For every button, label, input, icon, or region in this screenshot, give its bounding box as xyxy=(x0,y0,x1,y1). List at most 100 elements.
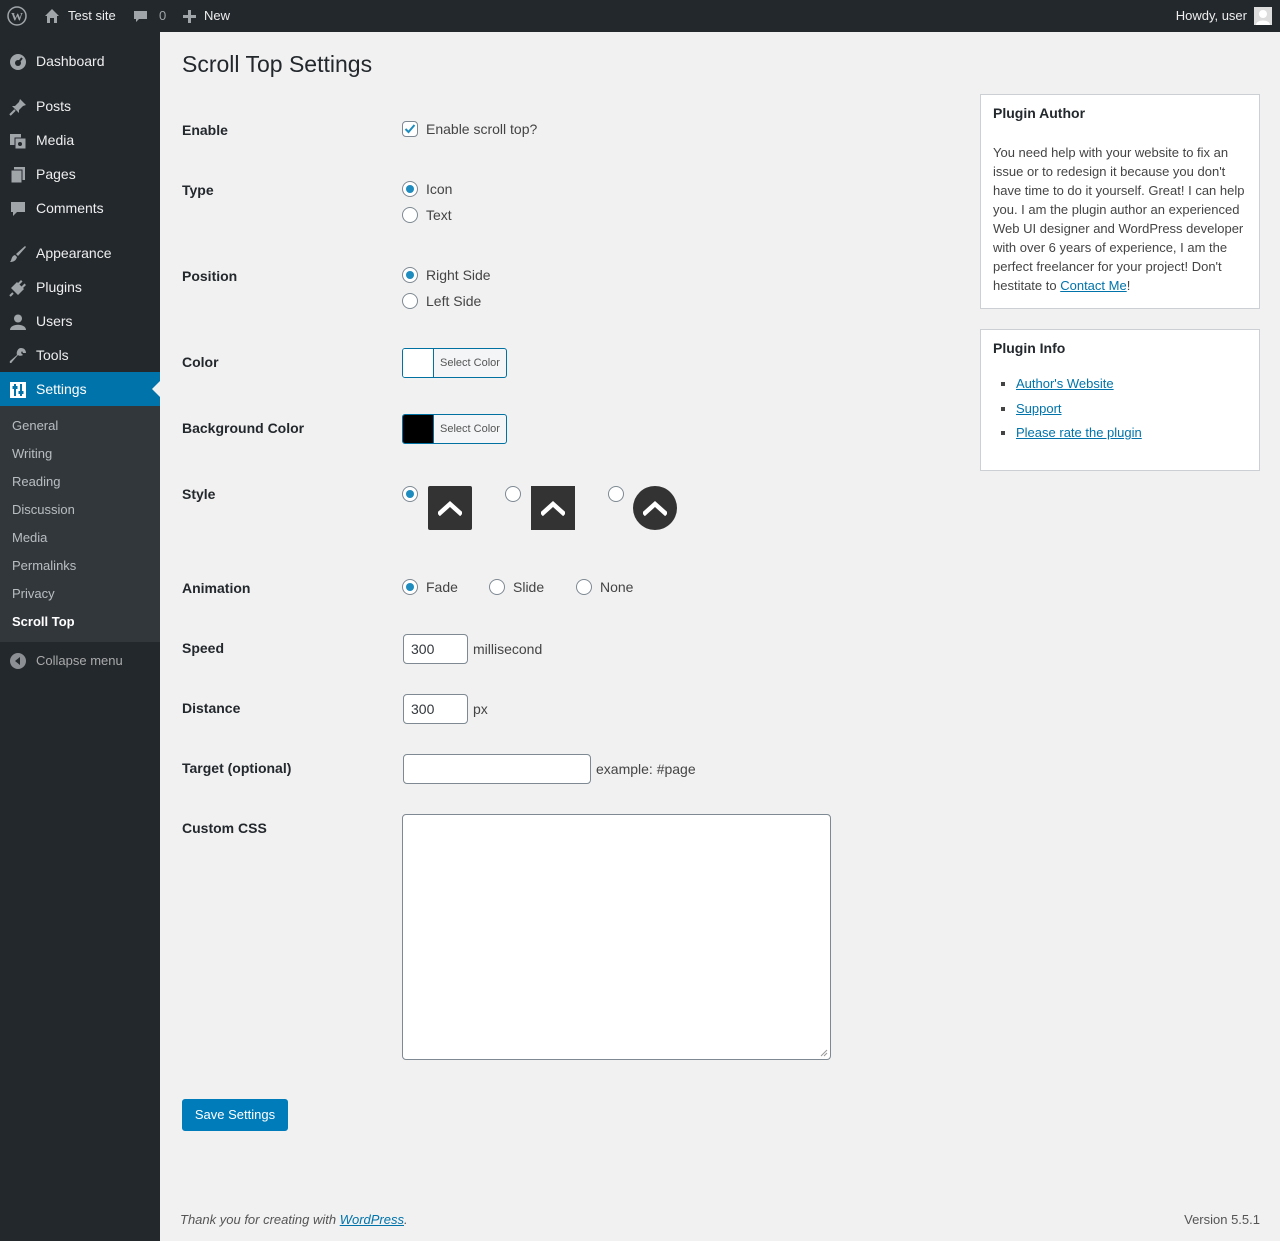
site-name-label: Test site xyxy=(68,8,116,23)
style-1-radio[interactable] xyxy=(402,486,418,502)
position-option-left[interactable]: Left Side xyxy=(402,291,481,311)
animation-slide-label: Slide xyxy=(513,579,545,595)
my-account-link[interactable]: Howdy, user xyxy=(1176,0,1272,32)
position-option-right[interactable]: Right Side xyxy=(402,265,491,285)
pages-icon xyxy=(8,165,28,185)
contact-me-link[interactable]: Contact Me xyxy=(1060,278,1126,293)
submenu-item-media[interactable]: Media xyxy=(12,528,47,548)
home-icon xyxy=(44,8,60,24)
plugin-author-exclamation: ! xyxy=(1126,278,1131,293)
position-left-label: Left Side xyxy=(426,293,482,309)
brush-icon xyxy=(8,244,28,264)
sidebar-item-label: Posts xyxy=(36,98,72,114)
media-icon xyxy=(8,131,28,151)
user-icon xyxy=(8,312,28,332)
style-2-radio[interactable] xyxy=(505,486,521,502)
position-right-label: Right Side xyxy=(426,267,491,283)
sidebar-item-label: Settings xyxy=(36,381,87,397)
plug-icon xyxy=(8,278,28,298)
style-1-preview xyxy=(428,486,472,530)
list-item: Author's Website xyxy=(1016,374,1142,393)
distance-input[interactable]: 300 xyxy=(403,694,468,724)
speed-label: Speed xyxy=(182,640,225,656)
color-label: Color xyxy=(182,354,219,370)
site-name-link[interactable]: Test site xyxy=(44,0,116,32)
wordpress-link[interactable]: WordPress xyxy=(340,1212,404,1227)
save-settings-button[interactable]: Save Settings xyxy=(182,1099,288,1131)
rate-plugin-link[interactable]: Please rate the plugin xyxy=(1016,425,1142,440)
animation-none-label: None xyxy=(600,579,634,595)
comments-count: 0 xyxy=(159,8,167,23)
target-input[interactable] xyxy=(403,754,591,784)
sidebar-item-settings[interactable]: Settings xyxy=(0,372,160,406)
enable-checkbox[interactable] xyxy=(402,121,418,137)
sidebar-item-tools[interactable]: Tools xyxy=(0,338,160,372)
sidebar-item-label: Tools xyxy=(36,347,69,363)
animation-option-none[interactable]: None xyxy=(576,577,633,597)
animation-fade-label: Fade xyxy=(426,579,458,595)
style-label: Style xyxy=(182,486,216,502)
comments-link[interactable]: 0 xyxy=(133,0,166,32)
speed-input[interactable]: 300 xyxy=(403,634,468,664)
position-left-radio[interactable] xyxy=(402,293,418,309)
position-right-radio[interactable] xyxy=(402,267,418,283)
style-3-radio[interactable] xyxy=(608,486,624,502)
support-link[interactable]: Support xyxy=(1016,401,1062,416)
admin-sidebar: Dashboard Posts Media Pages Comments App… xyxy=(0,32,160,1241)
color-picker-button[interactable]: Select Color xyxy=(402,348,507,378)
plus-icon xyxy=(183,9,196,23)
animation-fade-radio[interactable] xyxy=(402,579,418,595)
new-label: New xyxy=(204,8,231,23)
settings-submenu: General Writing Reading Discussion Media… xyxy=(0,406,160,642)
plugin-info-box: Plugin Info Author's Website Support Ple… xyxy=(980,329,1260,471)
submenu-item-permalinks[interactable]: Permalinks xyxy=(12,556,76,576)
distance-unit: px xyxy=(473,701,488,717)
wrench-icon xyxy=(8,346,28,366)
animation-label: Animation xyxy=(182,580,251,596)
submenu-item-scroll-top[interactable]: Scroll Top xyxy=(12,612,75,632)
collapse-menu-button[interactable]: Collapse menu xyxy=(0,646,160,676)
sidebar-item-users[interactable]: Users xyxy=(0,304,160,338)
color-swatch xyxy=(403,349,434,377)
plugin-author-text: You need help with your website to fix a… xyxy=(993,143,1249,295)
type-icon-radio[interactable] xyxy=(402,181,418,197)
animation-none-radio[interactable] xyxy=(576,579,592,595)
chevron-up-icon xyxy=(643,500,667,516)
submenu-item-writing[interactable]: Writing xyxy=(12,444,52,464)
animation-slide-radio[interactable] xyxy=(489,579,505,595)
sidebar-item-comments[interactable]: Comments xyxy=(0,191,160,225)
submenu-item-general[interactable]: General xyxy=(12,416,58,436)
type-option-text[interactable]: Text xyxy=(402,205,452,225)
sidebar-item-label: Dashboard xyxy=(36,53,105,69)
sidebar-item-posts[interactable]: Posts xyxy=(0,89,160,123)
sidebar-item-label: Appearance xyxy=(36,245,112,261)
submenu-item-reading[interactable]: Reading xyxy=(12,472,60,492)
resize-handle-icon[interactable] xyxy=(820,1049,828,1057)
authors-website-link[interactable]: Author's Website xyxy=(1016,376,1114,391)
sidebar-item-appearance[interactable]: Appearance xyxy=(0,236,160,270)
animation-option-slide[interactable]: Slide xyxy=(489,577,544,597)
new-content-link[interactable]: New xyxy=(183,0,230,32)
custom-css-textarea[interactable] xyxy=(402,814,831,1060)
chevron-up-icon xyxy=(438,500,462,516)
sidebar-item-pages[interactable]: Pages xyxy=(0,157,160,191)
wordpress-logo-icon[interactable]: W xyxy=(7,0,27,32)
color-picker-label: Select Color xyxy=(440,357,500,369)
plugin-info-title: Plugin Info xyxy=(993,340,1066,356)
target-label: Target (optional) xyxy=(182,760,292,776)
type-option-icon[interactable]: Icon xyxy=(402,179,452,199)
type-text-radio[interactable] xyxy=(402,207,418,223)
collapse-menu-label: Collapse menu xyxy=(36,653,123,668)
submenu-item-privacy[interactable]: Privacy xyxy=(12,584,55,604)
plugin-info-links: Author's Website Support Please rate the… xyxy=(993,374,1142,448)
animation-option-fade[interactable]: Fade xyxy=(402,577,458,597)
collapse-arrow-icon xyxy=(10,653,26,672)
sidebar-item-plugins[interactable]: Plugins xyxy=(0,270,160,304)
background-color-picker-button[interactable]: Select Color xyxy=(402,414,507,444)
comment-icon xyxy=(133,9,148,24)
submenu-item-discussion[interactable]: Discussion xyxy=(12,500,75,520)
footer-version: Version 5.5.1 xyxy=(1184,1212,1260,1227)
sidebar-item-dashboard[interactable]: Dashboard xyxy=(0,44,160,78)
sidebar-item-label: Plugins xyxy=(36,279,82,295)
sidebar-item-media[interactable]: Media xyxy=(0,123,160,157)
